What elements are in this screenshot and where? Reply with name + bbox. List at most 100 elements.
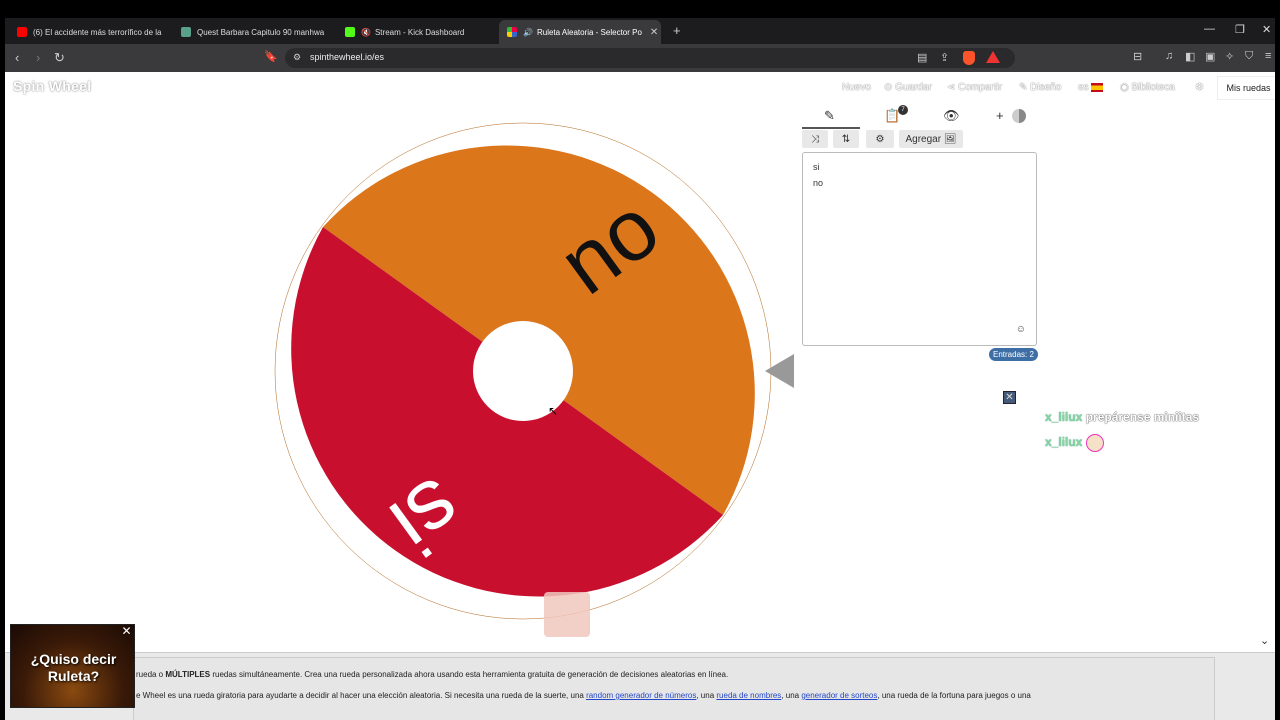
tab-youtube[interactable]: (6) El accidente más terrorífico de la xyxy=(9,20,169,44)
add-label: Agregar xyxy=(905,133,942,145)
emote-icon xyxy=(1085,434,1104,452)
desc-text: e Wheel es una rueda giratoria para ayud… xyxy=(136,691,587,700)
forward-icon[interactable]: › xyxy=(36,50,40,65)
menu-icon[interactable]: ≡ xyxy=(1265,50,1271,62)
close-overlay-icon[interactable]: ✕ xyxy=(1003,391,1016,404)
close-tab-icon[interactable]: ✕ xyxy=(650,27,658,38)
youtube-icon xyxy=(17,27,27,37)
mis-ruedas-button[interactable]: Mis ruedas xyxy=(1217,76,1275,100)
mute-icon[interactable]: 🔇 xyxy=(361,28,371,37)
page: Spin Wheel Nuevo ⊙ Guardar ⋖ Compartir ✎… xyxy=(5,72,1275,720)
close-window-icon[interactable]: ✕ xyxy=(1262,23,1271,36)
sort-button[interactable]: ⇅ xyxy=(833,130,859,148)
language-select[interactable]: es xyxy=(1078,82,1104,93)
nuevo-link[interactable]: Nuevo xyxy=(842,82,871,93)
biblioteca-label: Biblioteca xyxy=(1131,82,1175,93)
brave-rewards-icon[interactable] xyxy=(986,51,1000,63)
chat-line: x_lilux xyxy=(1045,434,1104,452)
address-bar[interactable]: ⚙ spinthewheel.io/es ▤ ⇪ xyxy=(285,48,1015,68)
tab-bar: (6) El accidente más terrorífico de la Q… xyxy=(5,18,1275,44)
close-promo-icon[interactable]: ✕ xyxy=(121,625,132,637)
brave-shields-icon[interactable] xyxy=(963,51,975,65)
reader-icon[interactable]: ▤ xyxy=(917,51,927,64)
guardar-link[interactable]: ⊙ Guardar xyxy=(884,82,932,93)
tab-title: Quest Barbara Capitulo 90 manhwa xyxy=(197,27,325,37)
minimize-icon[interactable]: — xyxy=(1204,23,1215,35)
biblioteca-link[interactable]: ◉ Biblioteca xyxy=(1120,82,1175,93)
desc-bold: MÚLTIPLES xyxy=(165,670,211,679)
promo-line-1: ¿Quiso decir xyxy=(30,651,117,667)
new-tab-icon[interactable]: + xyxy=(673,23,681,38)
spain-flag-icon xyxy=(1091,82,1104,92)
mouse-cursor: ↖ xyxy=(548,404,559,418)
panel-tabs: ✎ 📋 7 👁 + xyxy=(802,105,1038,129)
chevron-down-icon[interactable]: ⌄ xyxy=(1260,634,1269,647)
entry-item: si xyxy=(813,162,820,172)
tab-title: Ruleta Aleatoria - Selector Po xyxy=(536,27,642,37)
promo-text: ¿Quiso decir Ruleta? xyxy=(11,651,136,685)
site-info-icon[interactable]: ⚙ xyxy=(293,52,301,63)
back-icon[interactable]: ‹ xyxy=(15,50,19,65)
settings-icon[interactable]: ⚙ xyxy=(1195,82,1204,93)
bookmark-icon[interactable]: 🔖 xyxy=(264,50,278,63)
overlay-sticker xyxy=(544,592,590,637)
description-box xyxy=(133,657,1215,720)
compartir-label: Compartir xyxy=(958,82,1003,93)
advanced-button[interactable]: ⚙ xyxy=(866,130,894,148)
media-icon[interactable]: ♫ xyxy=(1165,50,1173,62)
hide-tab-icon[interactable]: 👁 xyxy=(943,108,960,124)
shuffle-button[interactable]: ⤨ xyxy=(802,130,828,148)
desc-text: , una xyxy=(781,691,802,700)
wheel-pointer xyxy=(765,354,794,388)
chat-user: x_lilux xyxy=(1045,435,1083,450)
vpn-icon[interactable]: ⛉ xyxy=(1245,50,1253,63)
raffle-link[interactable]: generador de sorteos xyxy=(801,691,877,700)
tab-search-icon[interactable]: ⊟ xyxy=(1133,50,1142,63)
kick-icon xyxy=(345,27,355,37)
wheel[interactable]: no si xyxy=(5,72,805,632)
edit-tab-icon[interactable]: ✎ xyxy=(824,108,835,124)
entries-count-badge: Entradas: 2 xyxy=(989,348,1038,361)
wheel-thumbnail-icon[interactable] xyxy=(1012,109,1026,123)
entries-textarea[interactable]: si no ☺ xyxy=(802,152,1037,346)
reload-icon[interactable]: ↻ xyxy=(54,50,65,66)
chat-line: x_lilux prepárense miniitas xyxy=(1045,410,1199,424)
language-label: es xyxy=(1078,82,1089,93)
restore-icon[interactable]: ❐ xyxy=(1235,23,1245,36)
spinwheel-icon xyxy=(507,27,517,37)
tab-spinwheel[interactable]: 🔊 Ruleta Aleatoria - Selector Po ✕ xyxy=(499,20,661,44)
screen: (6) El accidente más terrorífico de la Q… xyxy=(0,0,1280,720)
description-section: rueda o MÚLTIPLES ruedas simultáneamente… xyxy=(5,652,1275,720)
browser-toolbar: ‹ › ↻ 🔖 ⚙ spinthewheel.io/es ▤ ⇪ ⊟ ♫ ◧ ▣… xyxy=(5,44,1275,72)
add-image-button[interactable]: Agregar 🖼 xyxy=(899,130,963,148)
chat-user: x_lilux xyxy=(1045,410,1083,424)
tab-kick[interactable]: 🔇 Stream - Kick Dashboard xyxy=(337,20,497,44)
tab-title: Stream - Kick Dashboard xyxy=(374,27,465,37)
leo-icon[interactable]: ✧ xyxy=(1225,50,1234,63)
url-text: spinthewheel.io/es xyxy=(310,52,385,62)
emoji-icon[interactable]: ☺ xyxy=(1016,324,1026,335)
speaker-icon[interactable]: 🔊 xyxy=(523,28,533,37)
share-icon[interactable]: ⇪ xyxy=(940,51,949,64)
compartir-link[interactable]: ⋖ Compartir xyxy=(947,82,1002,93)
roulette-promo[interactable]: ✕ ¿Quiso decir Ruleta? xyxy=(10,624,135,708)
results-badge: 7 xyxy=(898,105,908,115)
diseno-link[interactable]: ✎ Diseño xyxy=(1019,82,1061,93)
desc-text: ruedas simultáneamente. Crea una rueda p… xyxy=(210,670,729,679)
tab-title: (6) El accidente más terrorífico de la xyxy=(33,27,162,37)
guardar-label: Guardar xyxy=(895,82,932,93)
description-line-2: e Wheel es una rueda giratoria para ayud… xyxy=(136,691,1031,700)
site-icon xyxy=(181,27,191,37)
random-number-link[interactable]: random generador de números xyxy=(586,691,696,700)
wallet-icon[interactable]: ▣ xyxy=(1205,50,1215,63)
promo-line-2: Ruleta? xyxy=(47,668,100,684)
desc-text: , una xyxy=(696,691,717,700)
description-line-1: rueda o MÚLTIPLES ruedas simultáneamente… xyxy=(136,670,728,679)
diseno-label: Diseño xyxy=(1030,82,1062,93)
desc-text: rueda o xyxy=(136,670,166,679)
entry-item: no xyxy=(813,178,824,188)
add-wheel-icon[interactable]: + xyxy=(996,108,1004,123)
tab-manhwa[interactable]: Quest Barbara Capitulo 90 manhwa xyxy=(173,20,333,44)
sidebar-icon[interactable]: ◧ xyxy=(1185,50,1195,63)
name-wheel-link[interactable]: rueda de nombres xyxy=(716,691,781,700)
